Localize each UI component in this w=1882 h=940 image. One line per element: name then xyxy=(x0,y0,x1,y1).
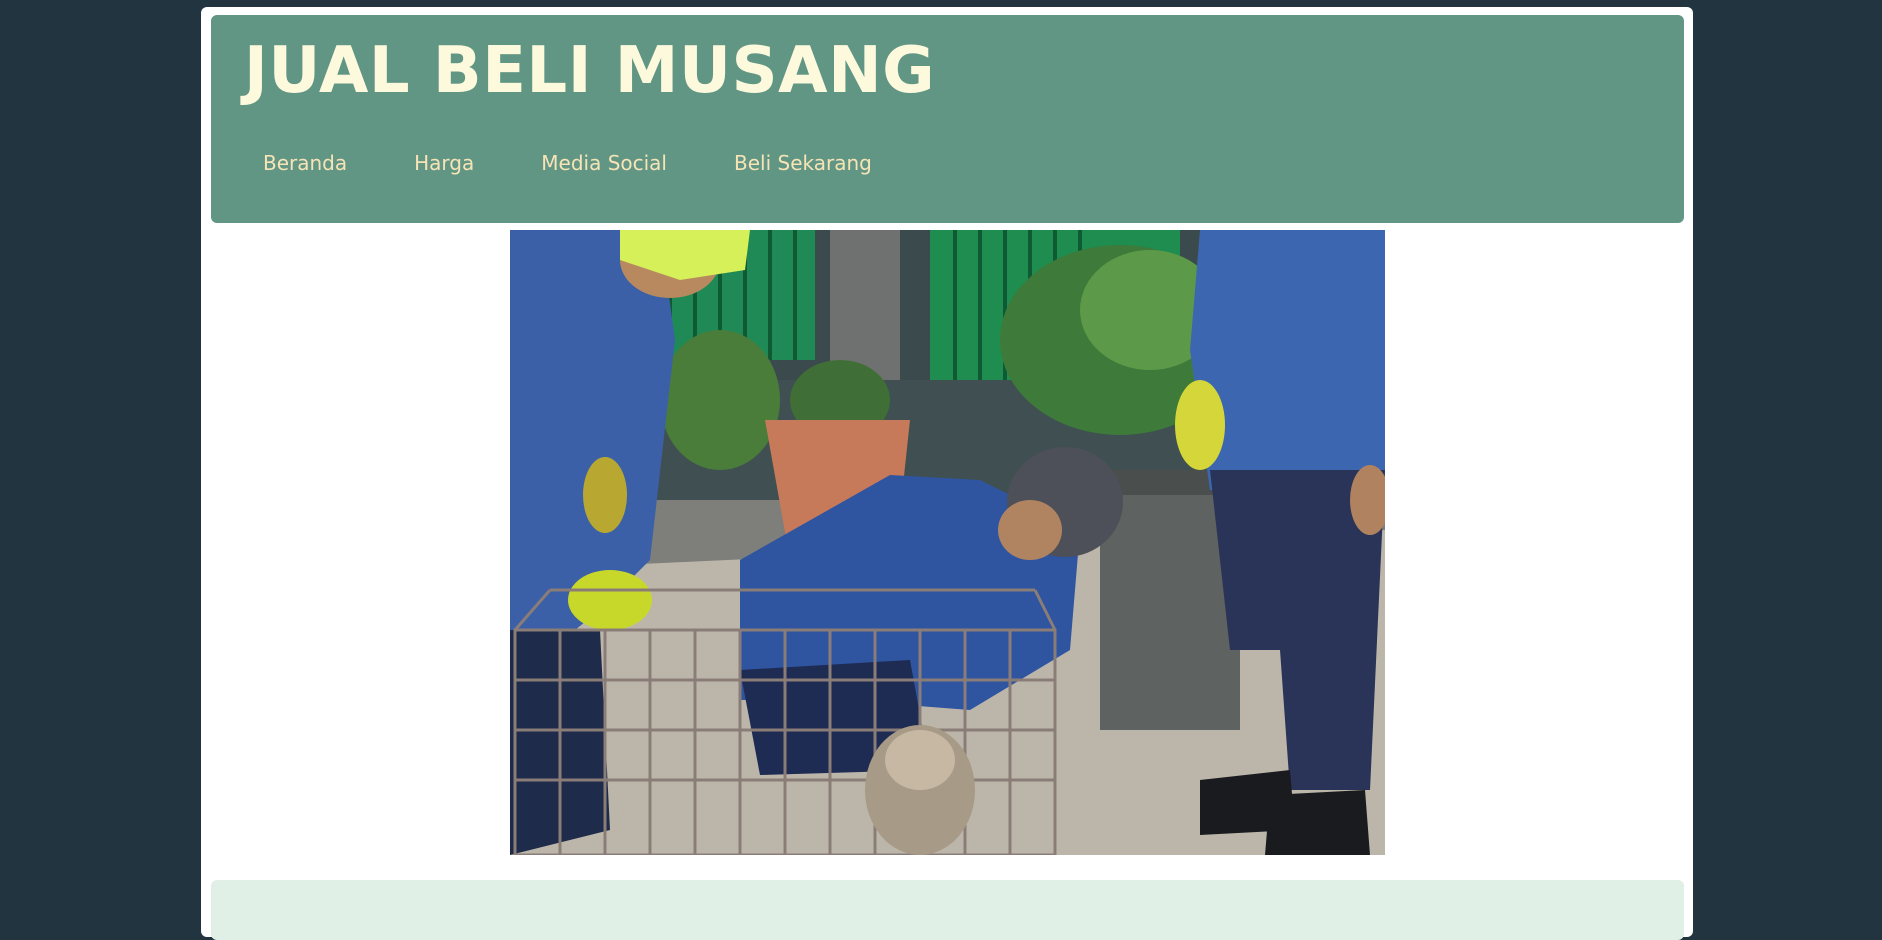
nav-link-beranda[interactable]: Beranda xyxy=(263,151,347,175)
content-section xyxy=(211,880,1684,940)
site-title: JUAL BELI MUSANG xyxy=(244,34,936,108)
hero-image xyxy=(510,230,1385,855)
nav-link-harga[interactable]: Harga xyxy=(414,151,474,175)
nav-link-beli-sekarang[interactable]: Beli Sekarang xyxy=(734,151,872,175)
main-nav: Beranda Harga Media Social Beli Sekarang xyxy=(263,151,939,175)
nav-link-media-social[interactable]: Media Social xyxy=(541,151,667,175)
site-header: JUAL BELI MUSANG Beranda Harga Media Soc… xyxy=(211,15,1684,223)
page-container: JUAL BELI MUSANG Beranda Harga Media Soc… xyxy=(201,7,1693,940)
